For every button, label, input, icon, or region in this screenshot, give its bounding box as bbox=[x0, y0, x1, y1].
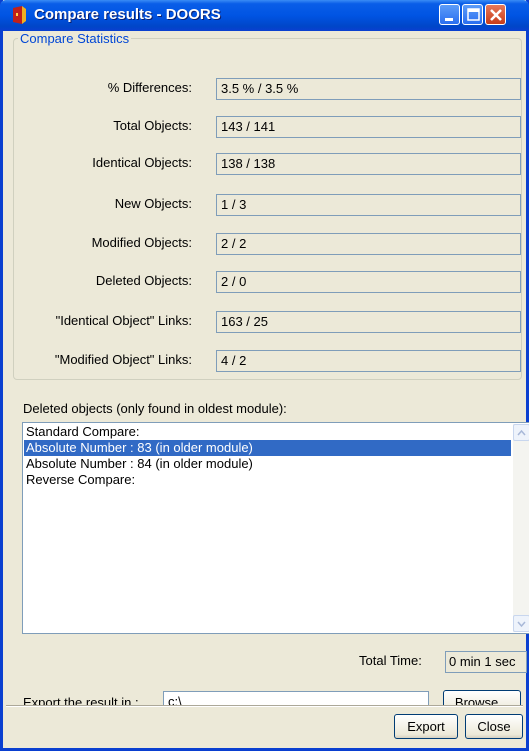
scroll-up-button[interactable] bbox=[513, 424, 529, 441]
list-item[interactable]: Standard Compare: bbox=[24, 424, 511, 440]
chevron-up-icon bbox=[517, 429, 526, 436]
compare-results-window: Compare results - DOORS Compare Statisti… bbox=[0, 0, 529, 751]
minimize-icon bbox=[445, 18, 453, 21]
new-objects-label: New Objects: bbox=[114, 196, 192, 211]
list-item[interactable]: Absolute Number : 84 (in older module) bbox=[24, 456, 511, 472]
minimize-button[interactable] bbox=[439, 4, 460, 25]
identical-object-links-label: "Identical Object" Links: bbox=[55, 313, 192, 328]
scroll-down-button[interactable] bbox=[513, 615, 529, 632]
identical-objects-value: 138 / 138 bbox=[216, 153, 521, 175]
new-objects-value: 1 / 3 bbox=[216, 194, 521, 216]
export-button[interactable]: Export bbox=[394, 714, 458, 739]
compare-statistics-legend: Compare Statistics bbox=[18, 31, 132, 46]
differences-label: % Differences: bbox=[107, 80, 192, 95]
deleted-objects-label: Deleted Objects: bbox=[95, 273, 192, 288]
modified-objects-value: 2 / 2 bbox=[216, 233, 521, 255]
close-window-button[interactable] bbox=[485, 4, 506, 25]
differences-value: 3.5 % / 3.5 % bbox=[216, 78, 521, 100]
vertical-scrollbar[interactable] bbox=[513, 424, 529, 632]
modified-object-links-label: "Modified Object" Links: bbox=[54, 352, 192, 367]
maximize-icon bbox=[467, 8, 480, 21]
identical-object-links-value: 163 / 25 bbox=[216, 311, 521, 333]
deleted-objects-caption: Deleted objects (only found in oldest mo… bbox=[23, 401, 287, 416]
modified-object-links-value: 4 / 2 bbox=[216, 350, 521, 372]
total-time-label: Total Time: bbox=[359, 653, 422, 668]
total-time-value: 0 min 1 sec bbox=[445, 651, 527, 673]
modified-objects-label: Modified Objects: bbox=[91, 235, 192, 250]
close-icon bbox=[490, 9, 502, 21]
window-title: Compare results - DOORS bbox=[34, 6, 221, 23]
close-button[interactable]: Close bbox=[465, 714, 523, 739]
maximize-button[interactable] bbox=[462, 4, 483, 25]
list-item[interactable]: Reverse Compare: bbox=[24, 472, 511, 488]
list-item-selected[interactable]: Absolute Number : 83 (in older module) bbox=[24, 440, 511, 456]
doors-app-icon bbox=[13, 6, 26, 24]
total-objects-value: 143 / 141 bbox=[216, 116, 521, 138]
identical-objects-label: Identical Objects: bbox=[92, 155, 192, 170]
chevron-down-icon bbox=[517, 621, 526, 628]
deleted-objects-list[interactable]: Standard Compare: Absolute Number : 83 (… bbox=[22, 422, 529, 634]
total-objects-label: Total Objects: bbox=[113, 118, 192, 133]
deleted-objects-value: 2 / 0 bbox=[216, 271, 521, 293]
title-bar[interactable]: Compare results - DOORS bbox=[0, 0, 529, 31]
